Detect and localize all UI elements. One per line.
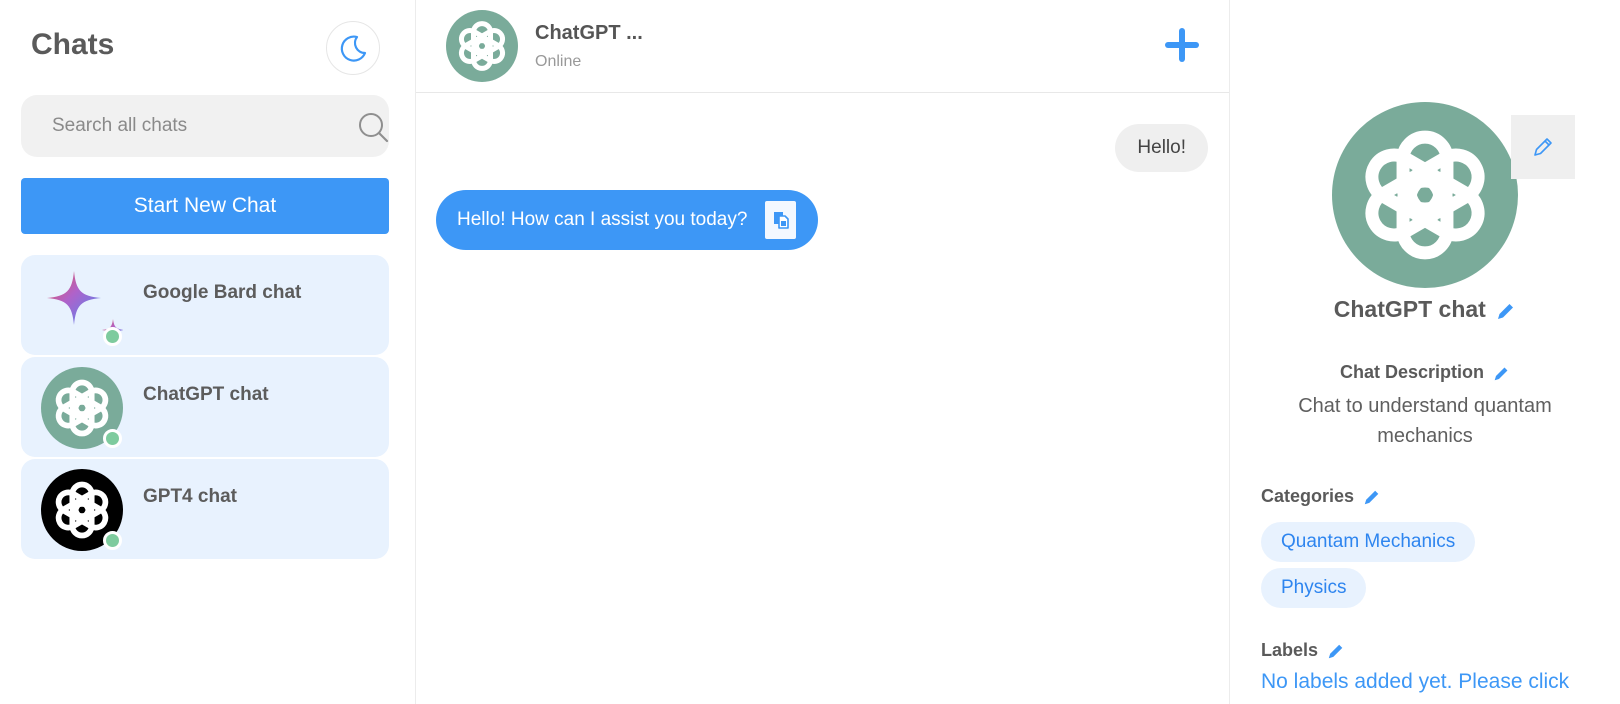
edit-description-pencil-icon[interactable]: [1493, 365, 1510, 382]
search-input[interactable]: [21, 95, 331, 157]
copy-button[interactable]: [765, 201, 797, 239]
chat-list-item-name: ChatGPT chat: [143, 384, 269, 405]
online-status-dot: [103, 531, 122, 550]
chat-list-item[interactable]: Google Bard chat: [21, 255, 389, 355]
user-message-bubble: Hello!: [1115, 124, 1208, 172]
openai-logo-icon: [446, 10, 518, 82]
plus-icon[interactable]: [1164, 27, 1200, 63]
details-chat-name: ChatGPT chat: [1230, 296, 1620, 323]
chat-list-item-name: GPT4 chat: [143, 486, 237, 507]
edit-categories-pencil-icon[interactable]: [1363, 488, 1381, 506]
category-chip[interactable]: Quantam Mechanics: [1261, 522, 1476, 562]
online-status-dot: [103, 327, 122, 346]
copy-icon: [773, 212, 789, 229]
chat-sidebar: Chats Start New Chat Google Bard chat: [0, 0, 416, 704]
edit-name-pencil-icon[interactable]: [1496, 301, 1516, 321]
labels-empty-note[interactable]: No labels added yet. Please click: [1261, 667, 1601, 697]
labels-heading-text: Labels: [1261, 640, 1319, 660]
message-text: Hello! How can I assist you today?: [457, 209, 748, 230]
pencil-icon: [1534, 138, 1552, 156]
openai-logo-icon: [1332, 102, 1518, 288]
theme-toggle-button[interactable]: [326, 21, 380, 75]
description-heading: Chat Description: [1230, 362, 1620, 383]
chat-list-item[interactable]: GPT4 chat: [21, 459, 389, 559]
description-text: Chat to understand quantam mechanics: [1298, 395, 1552, 447]
categories-heading-text: Categories: [1261, 486, 1355, 506]
details-chat-name-text: ChatGPT chat: [1333, 296, 1486, 322]
sidebar-title: Chats: [31, 28, 115, 61]
edit-avatar-button[interactable]: [1511, 115, 1575, 179]
assistant-message-bubble: Hello! How can I assist you today?: [436, 190, 819, 250]
moon-icon: [340, 35, 367, 62]
description-heading-text: Chat Description: [1339, 362, 1484, 382]
category-chip[interactable]: Physics: [1261, 568, 1367, 608]
chat-list-item-name: Google Bard chat: [143, 282, 302, 303]
chat-list-item[interactable]: ChatGPT chat: [21, 357, 389, 457]
labels-heading: Labels: [1261, 640, 1345, 661]
search-icon[interactable]: [357, 111, 389, 143]
search-box: [21, 95, 389, 157]
edit-labels-pencil-icon[interactable]: [1327, 642, 1345, 660]
categories-heading: Categories: [1261, 486, 1381, 507]
chat-header-title: ChatGPT ...: [535, 22, 643, 44]
message-text: Hello!: [1137, 137, 1186, 158]
chat-header: ChatGPT ... Online: [416, 0, 1229, 93]
chat-panel: ChatGPT ... Online Hello! Hello! How can…: [416, 0, 1230, 704]
chat-details-panel: ChatGPT chat Chat Description Chat to un…: [1230, 0, 1620, 704]
chat-header-status: Online: [535, 53, 582, 70]
online-status-dot: [103, 429, 122, 448]
start-new-chat-button[interactable]: Start New Chat: [21, 178, 389, 234]
app-window: Chats Start New Chat Google Bard chat: [0, 0, 1620, 704]
